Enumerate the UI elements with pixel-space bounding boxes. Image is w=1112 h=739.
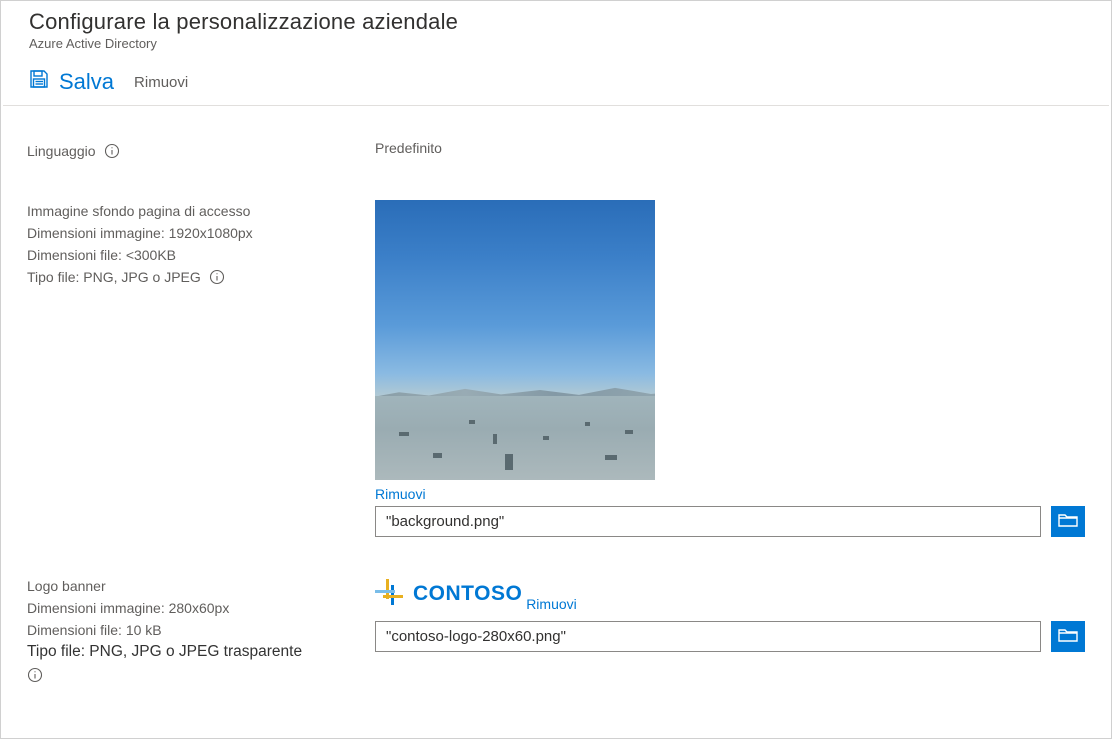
page-header: Configurare la personalizzazione azienda… bbox=[1, 1, 1111, 55]
logo-filesize: Dimensioni file: 10 kB bbox=[27, 619, 375, 641]
logo-dimensions: Dimensioni immagine: 280x60px bbox=[27, 597, 375, 619]
browse-button[interactable] bbox=[1051, 506, 1085, 537]
info-icon[interactable] bbox=[209, 269, 225, 285]
save-button[interactable]: Salva bbox=[29, 69, 114, 95]
folder-icon bbox=[1058, 627, 1078, 646]
logo-remove-link[interactable]: Rimuovi bbox=[526, 596, 577, 612]
content-area: Linguaggio Predefinito Immagine sfondo p… bbox=[3, 105, 1109, 689]
toolbar: Salva Rimuovi bbox=[1, 55, 1111, 105]
logo-file-input[interactable] bbox=[375, 621, 1041, 652]
save-button-label: Salva bbox=[59, 69, 114, 95]
background-section: Immagine sfondo pagina di accesso Dimens… bbox=[27, 200, 1085, 537]
remove-button[interactable]: Rimuovi bbox=[134, 74, 188, 91]
page-title: Configurare la personalizzazione azienda… bbox=[29, 9, 1087, 35]
background-dimensions: Dimensioni immagine: 1920x1080px bbox=[27, 222, 375, 244]
page-subtitle: Azure Active Directory bbox=[29, 36, 1087, 51]
background-label: Immagine sfondo pagina di accesso bbox=[27, 200, 375, 222]
logo-brand-text: CONTOSO bbox=[413, 582, 522, 606]
browse-button[interactable] bbox=[1051, 621, 1085, 652]
background-filetype: Tipo file: PNG, JPG o JPEG bbox=[27, 266, 201, 288]
info-icon[interactable] bbox=[27, 667, 43, 683]
logo-section: Logo banner Dimensioni immagine: 280x60p… bbox=[27, 575, 1085, 689]
save-icon bbox=[29, 69, 49, 95]
info-icon[interactable] bbox=[104, 143, 120, 159]
language-value: Predefinito bbox=[375, 140, 1085, 156]
logo-filetype: Tipo file: PNG, JPG o JPEG trasparente bbox=[27, 641, 375, 663]
logo-image-preview: CONTOSO bbox=[375, 575, 522, 619]
language-row: Linguaggio Predefinito bbox=[27, 140, 1085, 162]
logo-label: Logo banner bbox=[27, 575, 375, 597]
background-file-input[interactable] bbox=[375, 506, 1041, 537]
language-label: Linguaggio bbox=[27, 140, 96, 162]
background-image-preview bbox=[375, 200, 655, 480]
contoso-mark-icon bbox=[375, 579, 405, 609]
background-remove-link[interactable]: Rimuovi bbox=[375, 486, 426, 502]
folder-icon bbox=[1058, 512, 1078, 531]
background-filesize: Dimensioni file: <300KB bbox=[27, 244, 375, 266]
